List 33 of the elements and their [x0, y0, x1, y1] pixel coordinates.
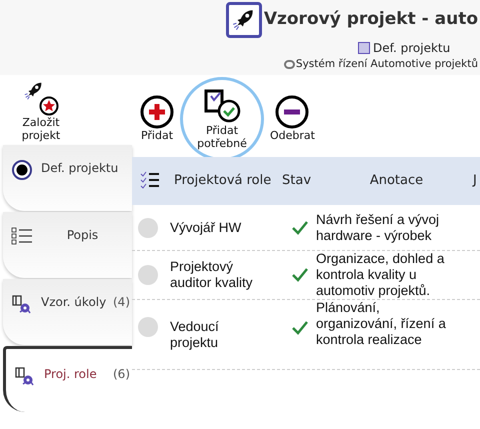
column-header: Stav: [282, 172, 312, 190]
column-header: Projektová role: [174, 172, 272, 190]
column-header: J: [471, 172, 477, 190]
table-cell-text: Návrh řešení a vývoj hardware - výrobek: [316, 212, 440, 244]
row-radio[interactable]: [138, 317, 158, 337]
checklist-icon: [140, 171, 160, 191]
column-header: Anotace: [368, 172, 424, 190]
count-label: (6): [113, 366, 130, 383]
add-icon: [140, 95, 174, 129]
star-badge-icon: [39, 96, 59, 116]
table-cell-text: Vedoucí projektu: [170, 319, 220, 351]
toolbar-button[interactable]: Přidat: [138, 95, 176, 142]
breadcrumb: Def. projektu: [373, 40, 450, 57]
table-cell-text: Projektový auditor kvality: [170, 259, 254, 291]
sidebar-tab[interactable]: Proj. role (6): [3, 346, 132, 412]
toolbar-button[interactable]: Odebrat: [268, 95, 317, 142]
sidebar-tab[interactable]: Popis: [3, 212, 132, 278]
window-title: Vzorový projekt - auto: [264, 8, 478, 32]
sidebar-tab[interactable]: Def. projektu: [3, 145, 132, 211]
sidebar-tab[interactable]: Vzor. úkoly (4): [3, 279, 132, 345]
remove-icon: [275, 95, 310, 129]
table-cell-text: Vývojář HW: [170, 220, 242, 236]
create-project-button[interactable]: Založit projekt: [18, 80, 64, 145]
row-radio[interactable]: [138, 218, 158, 238]
count-label: (4): [113, 294, 130, 311]
row-radio[interactable]: [138, 265, 158, 285]
radio-icon: [11, 159, 33, 181]
table-cell-text: Plánování, organizování, řízení a kontrola realizace: [316, 300, 447, 348]
checklist-check-icon: [202, 88, 242, 124]
edit-icon: [358, 42, 370, 54]
table-cell-text: Organizace, dohled a kontrola kvality u automotiv projektů.: [316, 251, 446, 299]
checklist-icon: [11, 226, 33, 246]
subtitle: Systém řízení Automotive projektů: [296, 57, 478, 72]
